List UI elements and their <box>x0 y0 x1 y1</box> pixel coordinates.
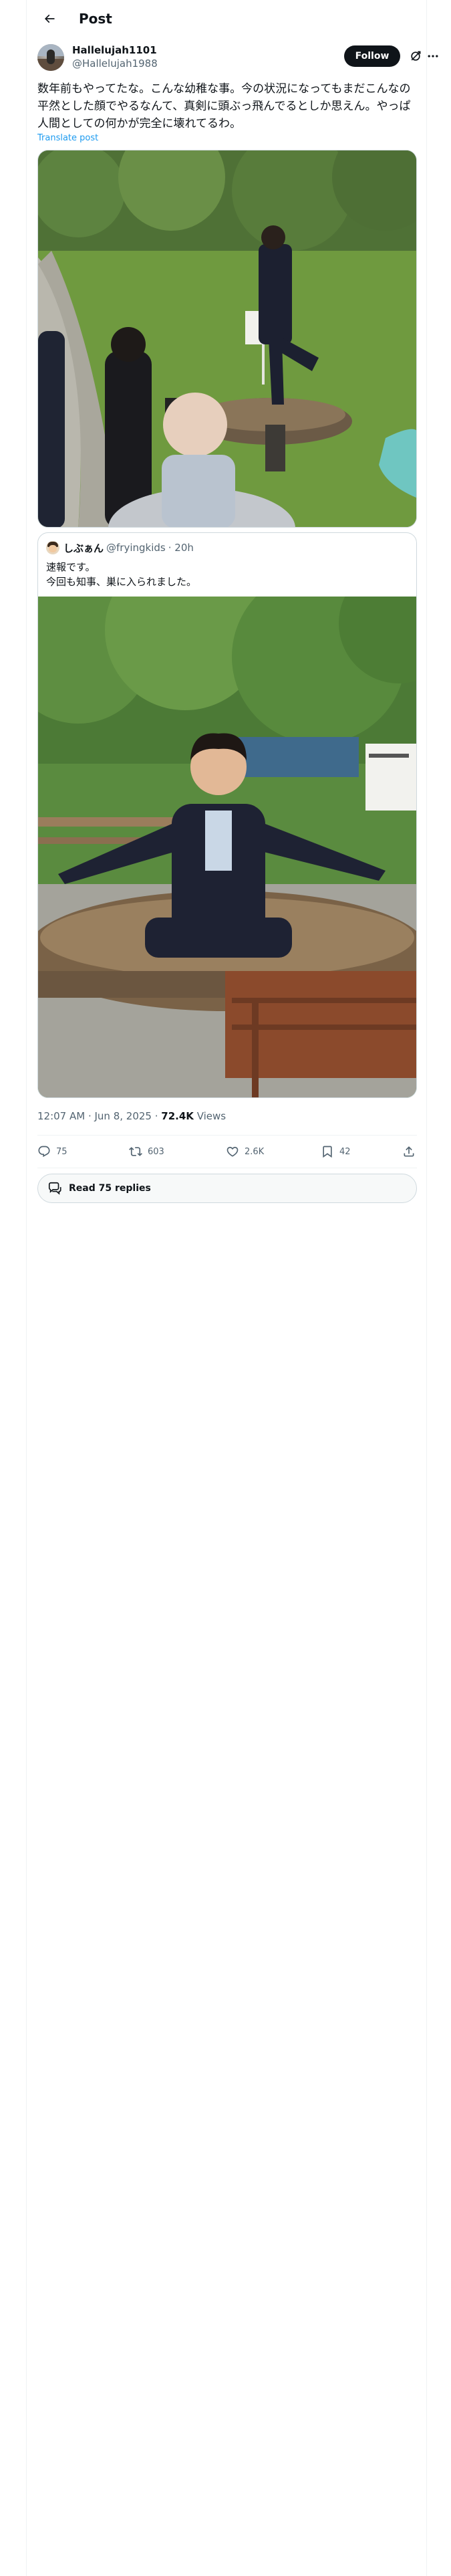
repost-icon <box>129 1147 142 1156</box>
heart-icon <box>227 1146 239 1157</box>
read-replies-button[interactable]: Read 75 replies <box>37 1174 417 1203</box>
post-author-row: Hallelujah1101 @Hallelujah1988 Follow <box>37 43 438 72</box>
translate-post-link[interactable]: Translate post <box>37 133 98 143</box>
top-bar: Post <box>27 0 428 37</box>
quote-time: · 20h <box>168 542 194 554</box>
author-name[interactable]: Hallelujah1101 <box>72 44 157 56</box>
timestamp-text[interactable]: 12:07 AM · Jun 8, 2025 · <box>37 1110 161 1122</box>
action-bar: 75 603 2.6K 42 <box>37 1136 417 1168</box>
follow-button[interactable]: Follow <box>344 45 400 67</box>
like-button[interactable]: 2.6K <box>226 1136 264 1168</box>
bookmark-icon <box>323 1146 332 1158</box>
reply-count: 75 <box>56 1146 67 1157</box>
quoted-post[interactable]: しぶぁん @fryingkids · 20h 速報です。 今回も知事、巣に入られ… <box>37 532 417 1098</box>
read-replies-label: Read 75 replies <box>69 1183 151 1194</box>
quote-text: 速報です。 今回も知事、巣に入られました。 <box>46 560 407 589</box>
more-horizontal-icon[interactable] <box>426 49 440 63</box>
quote-line: 今回も知事、巣に入られました。 <box>46 576 197 588</box>
page-title: Post <box>79 11 112 27</box>
share-icon <box>404 1146 414 1157</box>
avatar <box>46 541 59 554</box>
avatar[interactable] <box>37 44 64 71</box>
photo-icon <box>38 597 416 1097</box>
arrow-left-icon <box>44 14 55 23</box>
main-column: Post Hallelujah1101 @Hallelujah1988 Foll… <box>26 0 438 2576</box>
quote-header: しぶぁん @fryingkids · 20h <box>46 541 194 554</box>
photo-icon <box>38 150 416 527</box>
repost-count: 603 <box>148 1146 164 1157</box>
quote-photo[interactable] <box>38 597 416 1097</box>
quote-line: 速報です。 <box>46 561 96 573</box>
back-button[interactable] <box>37 7 61 31</box>
share-button[interactable] <box>402 1136 421 1168</box>
repost-button[interactable]: 603 <box>129 1136 164 1168</box>
quote-author-name: しぶぁん <box>63 542 104 554</box>
reply-button[interactable]: 75 <box>37 1136 67 1168</box>
author-handle[interactable]: @Hallelujah1988 <box>72 58 158 70</box>
chat-bubble-icon <box>48 1182 61 1195</box>
reply-icon <box>38 1146 50 1158</box>
bookmark-count: 42 <box>339 1146 351 1157</box>
post-photo[interactable] <box>37 150 417 528</box>
post-timestamp: 12:07 AM · Jun 8, 2025 · 72.4K Views <box>37 1110 226 1122</box>
like-count: 2.6K <box>245 1146 265 1157</box>
bookmark-button[interactable]: 42 <box>321 1136 351 1168</box>
grok-icon[interactable] <box>409 49 422 63</box>
views-label: Views <box>193 1110 227 1122</box>
views-count: 72.4K <box>161 1110 194 1122</box>
quote-author-handle: @fryingkids <box>106 542 166 554</box>
post-text: 数年前もやってたな。こんな幼稚な事。今の状況になってもまだこんなの平然とした顔で… <box>37 82 411 130</box>
